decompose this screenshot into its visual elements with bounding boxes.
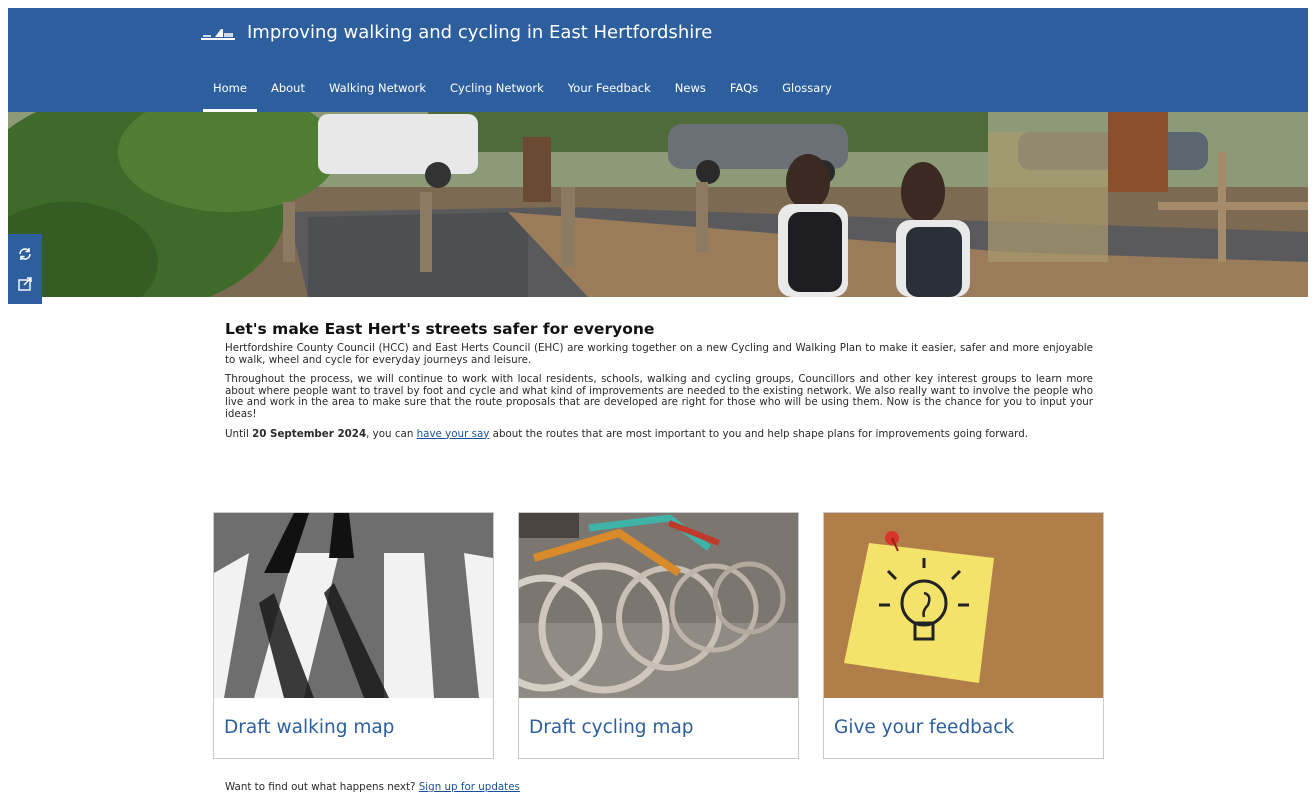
lightbulb-note-image	[824, 513, 1103, 698]
intro-paragraph-2: Throughout the process, we will continue…	[225, 373, 1093, 420]
nav-walking-network[interactable]: Walking Network	[317, 68, 438, 112]
updates-text: Want to find out what happens next?	[225, 781, 419, 793]
card-give-your-feedback[interactable]: Give your feedback	[823, 512, 1104, 759]
card-label-cycling[interactable]: Draft cycling map	[529, 716, 694, 740]
deadline-suffix: about the routes that are most important…	[489, 427, 1029, 440]
side-toolbar	[8, 234, 42, 304]
updates-line: Want to find out what happens next? Sign…	[225, 781, 520, 794]
site-title[interactable]: Improving walking and cycling in East He…	[247, 21, 712, 45]
nav-your-feedback[interactable]: Your Feedback	[556, 68, 663, 112]
hero-banner-image	[8, 112, 1308, 297]
refresh-icon[interactable]	[17, 246, 33, 262]
zebra-crossing-image	[214, 513, 493, 698]
intro-paragraph-1: Hertfordshire County Council (HCC) and E…	[225, 342, 1093, 366]
nav-cycling-network[interactable]: Cycling Network	[438, 68, 556, 112]
intro-paragraph-3: Until 20 September 2024, you can have yo…	[225, 427, 1093, 441]
nav-about[interactable]: About	[259, 68, 317, 112]
card-draft-walking-map[interactable]: Draft walking map	[213, 512, 494, 759]
deadline-prefix: Until	[225, 427, 253, 440]
nav-faqs[interactable]: FAQs	[718, 68, 770, 112]
deadline-date: 20 September 2024	[252, 427, 367, 440]
council-logo-icon[interactable]	[201, 23, 235, 43]
nav-glossary[interactable]: Glossary	[770, 68, 844, 112]
share-icon[interactable]	[17, 276, 33, 292]
card-draft-cycling-map[interactable]: Draft cycling map	[518, 512, 799, 759]
bicycles-image	[519, 513, 798, 698]
page-heading: Let's make East Hert's streets safer for…	[225, 320, 655, 338]
nav-news[interactable]: News	[663, 68, 718, 112]
have-your-say-link[interactable]: have your say	[417, 428, 490, 440]
nav-home[interactable]: Home	[201, 68, 259, 112]
intro-section: Let's make East Hert's streets safer for…	[225, 318, 1093, 448]
main-nav: Home About Walking Network Cycling Netwo…	[201, 68, 844, 112]
deadline-mid: , you can	[366, 427, 417, 440]
card-label-walking[interactable]: Draft walking map	[224, 716, 394, 740]
card-label-feedback[interactable]: Give your feedback	[834, 716, 1014, 740]
sign-up-link[interactable]: Sign up for updates	[419, 781, 520, 793]
site-header: Improving walking and cycling in East He…	[8, 8, 1308, 112]
